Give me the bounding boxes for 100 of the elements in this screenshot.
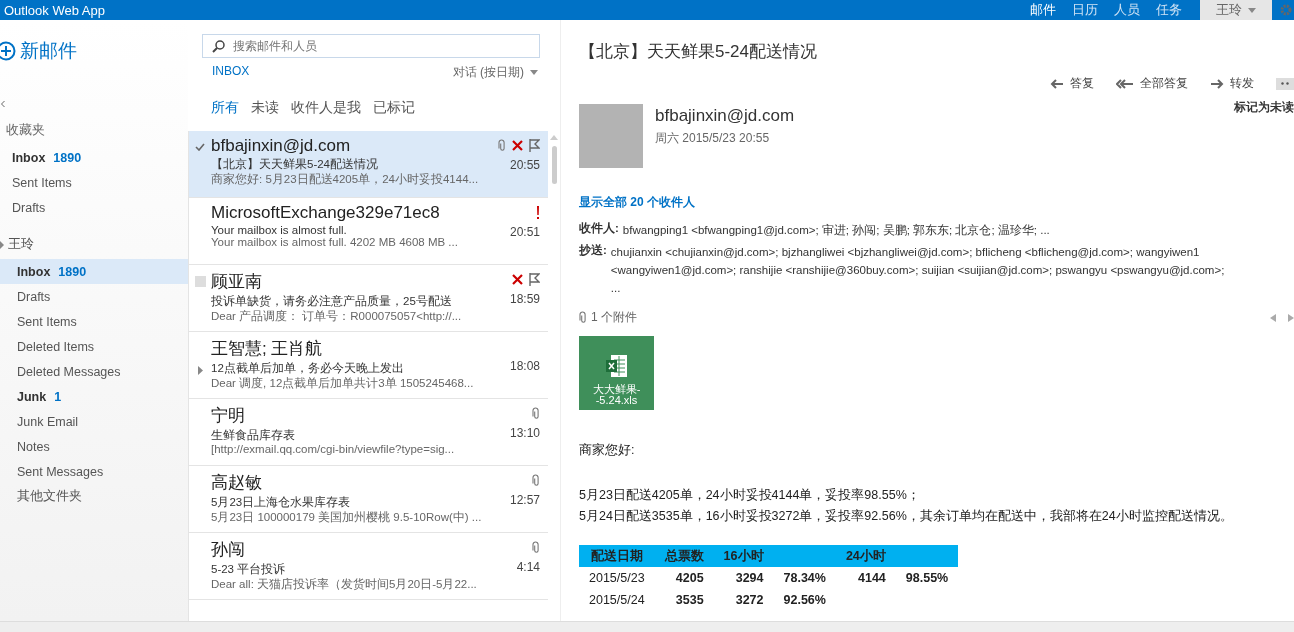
table-cell: 98.55% — [895, 567, 959, 589]
table-cell: 2015/5/23 — [579, 567, 655, 589]
message-item[interactable]: 宁明 生鲜食品库存表 [http://exmail.qq.com/cgi-bin/viewfile?type=sig... 13:10 — [189, 399, 548, 466]
flag-icon[interactable] — [529, 273, 540, 286]
message-item[interactable]: bfbajinxin@jd.com 【北京】天天鲜果5-24配送情况 商家您好: 5月23日配送4205单，24小时妥投4144... 20:55 — [189, 131, 548, 198]
message-subject: 【北京】天天鲜果5-24配送情况 — [211, 157, 380, 172]
message-subject: 12点截单后加单，务必今天晚上发出 — [211, 361, 405, 376]
message-subject: 5月23日上海仓水果库存表 — [211, 495, 352, 510]
folder-item[interactable]: Deleted Items — [0, 334, 188, 359]
message-item[interactable]: MicrosoftExchange329e71ec8 Your mailbox is almost full. Your mailbox is almost full. 4202 MB 4608 MB ... 20:51 — [189, 198, 548, 265]
table-header: 配送日期 — [579, 545, 655, 567]
flag-icon[interactable] — [529, 139, 540, 152]
select-checkbox[interactable] — [194, 276, 206, 287]
nav-tab[interactable]: 任务 — [1148, 1, 1190, 19]
previous-icon[interactable] — [1270, 313, 1276, 322]
sender-name: MicrosoftExchange329e71ec8 — [211, 203, 441, 223]
folder-item[interactable]: Notes — [0, 434, 188, 459]
message-preview: 5月23日 100000179 美国加州樱桃 9.5-10Row(中) ... — [211, 510, 483, 525]
table-cell: 3294 — [713, 567, 774, 589]
reply-button[interactable]: 答复 — [1050, 75, 1094, 92]
app-title: Outlook Web App — [3, 2, 105, 18]
attachment-count: 1 个附件 — [591, 309, 637, 326]
delete-icon[interactable] — [512, 274, 523, 285]
to-label: 收件人: — [579, 221, 619, 236]
table-cell-text: 3535 — [674, 592, 705, 609]
cc-label: 抄送: — [579, 243, 607, 258]
folder-item[interactable]: Drafts — [0, 195, 188, 220]
sort-dropdown[interactable]: 对话 (按日期) — [452, 64, 538, 81]
sent-date: 周六 2015/5/23 20:55 — [655, 130, 771, 147]
message-time: 20:51 — [509, 225, 540, 239]
forward-button[interactable]: 转发 — [1210, 75, 1254, 92]
search-icon — [212, 40, 225, 53]
table-cell: 78.34% — [773, 567, 836, 589]
expand-triangle-icon[interactable] — [197, 366, 203, 375]
attachment-tile[interactable]: 大大鲜果- -5.24.xls — [579, 336, 654, 410]
filter-tab[interactable]: 未读 — [251, 99, 279, 117]
paperclip-icon — [532, 407, 540, 420]
folder-item[interactable]: Deleted Messages — [0, 359, 188, 384]
filter-tab[interactable]: 已标记 — [373, 99, 415, 117]
folder-item[interactable]: Sent Items — [0, 170, 188, 195]
message-preview: [http://exmail.qq.com/cgi-bin/viewfile?type=sig... — [211, 443, 456, 455]
message-time: 18:08 — [509, 359, 540, 373]
mark-unread-link[interactable]: 标记为未读 — [1234, 100, 1294, 115]
reply-arrow-icon — [1050, 78, 1064, 89]
folder-item[interactable]: Inbox 1890 — [0, 259, 188, 284]
replyall-button[interactable]: 全部答复 — [1116, 75, 1188, 92]
filter-tab[interactable]: 收件人是我 — [291, 99, 361, 117]
folder-item[interactable]: 其他文件夹 — [0, 484, 188, 509]
table-cell: 4205 — [654, 567, 714, 589]
message-subject: 投诉单缺货，请务必注意产品质量，25号配送 — [211, 294, 453, 309]
collapse-triangle-icon[interactable] — [0, 240, 4, 249]
folder-item[interactable]: Inbox 1890 — [0, 145, 188, 170]
folder-item[interactable]: Sent Messages — [0, 459, 188, 484]
sender-name: 顾亚南 — [211, 271, 263, 293]
spreadsheet-icon — [605, 354, 628, 378]
more-button[interactable] — [1276, 77, 1294, 90]
message-item[interactable]: 孙闯 5-23 平台投诉 Dear all: 天猫店投诉率（发货时间5月20日-5月22... 4:14 — [189, 533, 548, 600]
new-mail-button[interactable]: 新邮件 — [0, 38, 188, 64]
message-preview: Dear 调度, 12点截单后加单共计3单 1505245468... — [211, 376, 475, 391]
search-field[interactable]: 搜索邮件和人员 — [202, 34, 540, 58]
table-cell-text: 2015/5/24 — [588, 592, 646, 609]
sender-address: bfbajinxin@jd.com — [655, 106, 795, 126]
folder-item[interactable]: Junk Email — [0, 409, 188, 434]
sender-name: bfbajinxin@jd.com — [211, 136, 352, 156]
user-menu[interactable]: 王玲 — [1200, 0, 1272, 20]
folder-item[interactable]: Junk 1 — [0, 384, 188, 409]
folder-item[interactable]: Drafts — [0, 284, 188, 309]
body-text: 5月23日配送4205单，24小时妥投4144单，妥投率98.55%； — [579, 487, 921, 504]
reply-all-arrow-icon — [1116, 78, 1134, 89]
nav-tab[interactable]: 邮件 — [1022, 1, 1064, 19]
message-subject: 生鲜食品库存表 — [211, 428, 296, 443]
account-label[interactable]: 王玲 — [8, 236, 34, 253]
next-icon[interactable] — [1288, 313, 1294, 322]
paperclip-icon — [532, 474, 540, 487]
show-recipients-link[interactable]: 显示全部 20 个收件人 — [579, 194, 1294, 211]
message-item[interactable]: 高赵敏 5月23日上海仓水果库存表 5月23日 100000179 美国加州樱桃 9.5-10Row(中) ... 12:57 — [189, 466, 548, 533]
nav-tab[interactable]: 人员 — [1106, 1, 1148, 19]
message-time: 12:57 — [509, 493, 540, 507]
nav-tab[interactable]: 日历 — [1064, 1, 1106, 19]
sender-name: 宁明 — [211, 405, 246, 427]
favorites-label: 收藏夹 — [6, 122, 46, 139]
filter-tab[interactable]: 所有 — [211, 99, 239, 117]
message-subject: Your mailbox is almost full. — [211, 224, 348, 236]
table-header: 总票数 — [654, 545, 714, 567]
paperclip-icon — [498, 139, 506, 152]
message-item[interactable]: 王智慧; 王肖航 12点截单后加单，务必今天晚上发出 Dear 调度, 12点截单后加单共计3单 1505245468... 18:08 — [189, 332, 548, 399]
message-preview: Dear all: 天猫店投诉率（发货时间5月20日-5月22... — [211, 577, 478, 592]
message-time: 20:55 — [509, 158, 540, 172]
collapse-chevron-icon[interactable] — [0, 100, 6, 108]
table-cell-text: 3272 — [734, 592, 765, 609]
avatar-placeholder — [579, 104, 643, 168]
message-preview: Your mailbox is almost full. 4202 MB 4608 MB ... — [211, 236, 459, 248]
delete-icon[interactable] — [512, 140, 523, 151]
sender-name: 王智慧; 王肖航 — [211, 338, 324, 360]
folder-item[interactable]: Sent Items — [0, 309, 188, 334]
message-item[interactable]: 顾亚南 投诉单缺货，请务必注意产品质量，25号配送 Dear 产品调度： 订单号：R000075057<http://... 18:59 — [189, 265, 548, 332]
message-time: 13:10 — [509, 426, 540, 440]
folder-name: INBOX — [212, 64, 250, 80]
message-time: 18:59 — [509, 292, 540, 306]
body-text: 5月24日配送3535单，16小时妥投3272单，妥投率92.56%，其余订单均在配送中，我部将在24小时监控配送情况。 — [579, 508, 1234, 525]
